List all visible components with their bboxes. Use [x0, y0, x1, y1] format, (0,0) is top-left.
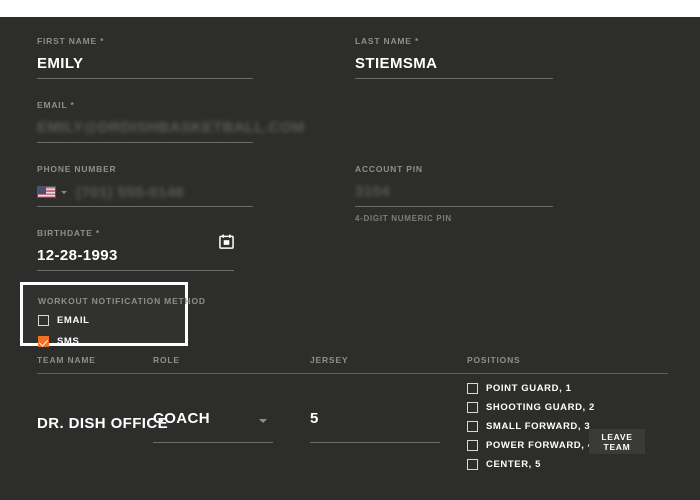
- notification-option-email[interactable]: EMAIL: [38, 314, 185, 327]
- top-white-strip: [0, 0, 700, 17]
- phone-input-row[interactable]: (701) 555-0146: [37, 182, 253, 202]
- column-header-team-name: TEAM NAME: [37, 355, 96, 365]
- phone-number-label: PHONE NUMBER: [37, 164, 117, 174]
- notification-option-sms-label: SMS: [57, 336, 80, 347]
- checkbox-shooting-guard-icon[interactable]: [467, 402, 478, 413]
- position-small-forward[interactable]: SMALL FORWARD, 3: [467, 420, 595, 433]
- account-pin-label: ACCOUNT PIN: [355, 164, 423, 174]
- column-header-positions: POSITIONS: [467, 355, 521, 365]
- phone-number-value[interactable]: (701) 555-0146: [76, 184, 184, 201]
- column-header-role: ROLE: [153, 355, 180, 365]
- email-underline: [37, 142, 253, 143]
- last-name-field[interactable]: LAST NAME * STIEMSMA: [355, 36, 553, 79]
- chevron-down-icon[interactable]: [61, 190, 67, 194]
- first-name-underline: [37, 78, 253, 79]
- position-center-label: CENTER, 5: [486, 459, 542, 470]
- column-header-jersey: JERSEY: [310, 355, 349, 365]
- email-label: EMAIL *: [37, 100, 75, 110]
- positions-checkbox-list[interactable]: POINT GUARD, 1 SHOOTING GUARD, 2 SMALL F…: [467, 382, 595, 477]
- first-name-value[interactable]: EMILY: [37, 54, 253, 74]
- last-name-label: LAST NAME *: [355, 36, 420, 46]
- birthdate-underline: [37, 270, 234, 271]
- checkbox-center-icon[interactable]: [467, 459, 478, 470]
- position-power-forward-label: POWER FORWARD, 4: [486, 440, 594, 451]
- calendar-icon[interactable]: [219, 234, 234, 249]
- account-pin-value[interactable]: 3104: [355, 182, 553, 202]
- birthdate-label: BIRTHDATE *: [37, 228, 100, 238]
- first-name-field[interactable]: FIRST NAME * EMILY: [37, 36, 253, 79]
- jersey-field[interactable]: 5: [310, 410, 440, 443]
- position-shooting-guard-label: SHOOTING GUARD, 2: [486, 402, 595, 413]
- app-viewport: FIRST NAME * EMILY LAST NAME * STIEMSMA …: [0, 0, 700, 500]
- position-point-guard[interactable]: POINT GUARD, 1: [467, 382, 595, 395]
- us-flag-icon[interactable]: [37, 186, 56, 198]
- team-name-value: DR. DISH OFFICE: [37, 415, 169, 432]
- email-field[interactable]: EMAIL * emily@drdishbasketball.com: [37, 100, 304, 143]
- email-value[interactable]: emily@drdishbasketball.com: [37, 118, 304, 138]
- last-name-underline: [355, 78, 553, 79]
- notification-option-sms[interactable]: SMS: [38, 335, 185, 348]
- checkbox-power-forward-icon[interactable]: [467, 440, 478, 451]
- account-pin-helper-text: 4-DIGIT NUMERIC PIN: [355, 214, 452, 223]
- workout-notification-method-title: WORKOUT NOTIFICATION METHOD: [38, 296, 206, 306]
- jersey-value[interactable]: 5: [310, 410, 319, 427]
- workout-notification-method-panel[interactable]: WORKOUT NOTIFICATION METHOD EMAIL SMS: [20, 282, 206, 348]
- role-value: COACH: [153, 410, 210, 427]
- role-underline: [153, 442, 273, 443]
- last-name-value[interactable]: STIEMSMA: [355, 54, 553, 74]
- account-pin-underline: [355, 206, 553, 207]
- birthdate-value[interactable]: 12-28-1993: [37, 246, 234, 266]
- checkbox-point-guard-icon[interactable]: [467, 383, 478, 394]
- position-power-forward[interactable]: POWER FORWARD, 4: [467, 439, 595, 452]
- position-small-forward-label: SMALL FORWARD, 3: [486, 421, 591, 432]
- account-pin-field[interactable]: ACCOUNT PIN 3104 4-DIGIT NUMERIC PIN: [355, 164, 553, 223]
- phone-number-field[interactable]: PHONE NUMBER (701) 555-0146: [37, 164, 253, 207]
- first-name-label: FIRST NAME *: [37, 36, 105, 46]
- checkbox-email-icon[interactable]: [38, 315, 49, 326]
- checkbox-sms-icon[interactable]: [38, 336, 49, 347]
- notification-option-email-label: EMAIL: [57, 315, 90, 326]
- jersey-underline: [310, 442, 440, 443]
- position-shooting-guard[interactable]: SHOOTING GUARD, 2: [467, 401, 595, 414]
- chevron-down-icon[interactable]: [259, 419, 267, 423]
- profile-form-page: FIRST NAME * EMILY LAST NAME * STIEMSMA …: [0, 17, 700, 500]
- position-center[interactable]: CENTER, 5: [467, 458, 595, 471]
- phone-number-underline: [37, 206, 253, 207]
- leave-team-button[interactable]: LEAVE TEAM: [589, 429, 645, 454]
- birthdate-field[interactable]: BIRTHDATE * 12-28-1993: [37, 228, 234, 271]
- checkbox-small-forward-icon[interactable]: [467, 421, 478, 432]
- position-point-guard-label: POINT GUARD, 1: [486, 383, 572, 394]
- role-select[interactable]: COACH: [153, 410, 273, 443]
- table-divider: [37, 373, 668, 374]
